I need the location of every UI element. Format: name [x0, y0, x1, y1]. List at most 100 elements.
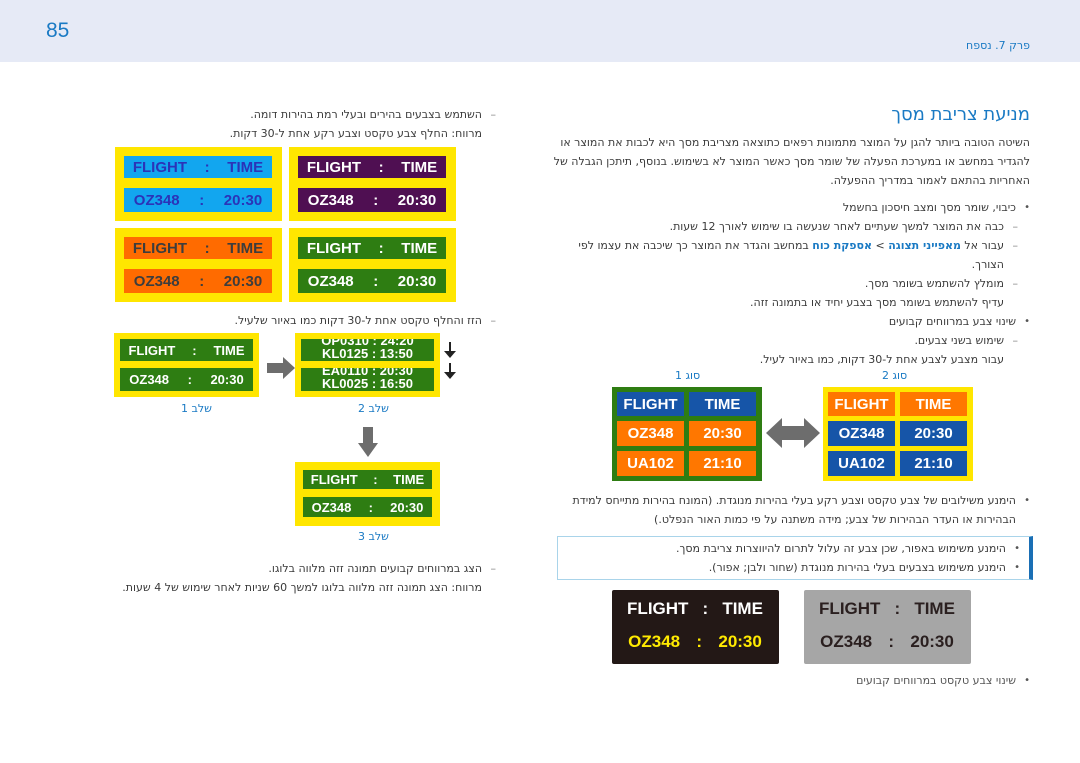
green-flight: FLIGHT: [306, 239, 361, 257]
dash2-pre-text: עבור אל: [960, 239, 1004, 252]
step3-header-row: FLIGHT: TIME: [303, 470, 432, 489]
note-item: הימנע משימוש בצבעים בעלי בהירות מנוגדת (…: [560, 558, 1020, 577]
step3-colon-2: :: [368, 499, 373, 515]
step1-label: שלב 1: [181, 402, 212, 415]
type2-flight-time-2: 21:10: [900, 451, 967, 476]
purple-board-data-row: OZ348:20:30: [298, 188, 446, 212]
gray-time: TIME: [914, 599, 955, 618]
dark-flight-time: 20:30: [718, 632, 762, 651]
purple-flight: FLIGHT: [306, 158, 361, 176]
green-colon: :: [378, 239, 384, 257]
sky-board-header-row: FLIGHT: TIME: [124, 156, 272, 178]
dark-flight-no: OZ348: [628, 632, 681, 651]
dash-display-properties: עבור אל מאפייני תצוגה > אספקת כוח במחשב …: [550, 236, 1030, 274]
right-instruction-list: כיבוי, שומר מסך ומצב חיסכון בחשמל כבה את…: [550, 198, 1030, 369]
left-dash-logo-sub: מרווח: הצג תמונה זזה מלווה בלוגו למשך 60…: [122, 581, 482, 594]
purple-board: FLIGHT: TIME OZ348:20:30: [289, 147, 456, 221]
display-properties-link[interactable]: מאפייני תצוגה: [888, 239, 961, 252]
step1-colon: :: [192, 342, 197, 358]
type1-flight-no: OZ348: [617, 421, 684, 446]
step3-flight: FLIGHT: [310, 472, 358, 487]
green-colon-2: :: [373, 272, 379, 290]
step3-board: FLIGHT: TIME OZ348:20:30: [295, 462, 440, 526]
dash-screensaver-sub: עדיף להשתמש בשומר מסך בצבע יחיד או בתמונ…: [750, 296, 1004, 309]
green-flight-time: 20:30: [397, 272, 437, 290]
note-item: הימנע משימוש באפור, שכן צבע זה עלול לתרו…: [560, 539, 1020, 558]
step3-label: שלב 3: [358, 530, 389, 543]
left-dash-logo: הצג במרווחים קבועים תמונה זזה מלווה בלוג…: [88, 559, 508, 578]
intro-paragraph: השיטה הטובה ביותר להגן על המוצר מתמונות …: [553, 136, 1030, 187]
step2-board: OP0310 : 24:20 KL0125 : 13:50 EA0110 : 2…: [295, 333, 440, 397]
type1-flight-time-2: 21:10: [689, 451, 756, 476]
type1-flight-no-2: UA102: [617, 451, 684, 476]
dark-colon: :: [702, 599, 709, 618]
step3-colon: :: [373, 472, 378, 487]
green-board: FLIGHT: TIME OZ348:20:30: [289, 228, 456, 302]
type2-time-header: TIME: [900, 392, 967, 416]
sky-colon: :: [204, 158, 210, 176]
bullet-avoid-contrast: הימנע משילובים של צבע טקסט וצבע רקע בעלי…: [550, 491, 1030, 529]
step2-scroll-text: KL0025 : 16:50: [321, 376, 414, 391]
step3-time: TIME: [393, 472, 425, 487]
gray-flight: FLIGHT: [819, 599, 881, 618]
type2-flight-header: FLIGHT: [828, 392, 895, 416]
down-arrows-icon: [444, 342, 456, 379]
orange-colon: :: [204, 239, 210, 257]
step1-flight-no: OZ348: [129, 372, 170, 387]
type1-flight-time: 20:30: [689, 421, 756, 446]
orange-colon-2: :: [199, 272, 205, 290]
dash-turn-off: כבה את המוצר למשך שעתיים לאחר שנעשה בו ש…: [550, 217, 1030, 236]
type1-time-header: TIME: [689, 392, 756, 416]
orange-board-data-row: OZ348:20:30: [124, 269, 272, 293]
type1-board: FLIGHT TIME OZ348 20:30 UA102 21:10: [612, 387, 762, 481]
orange-board: FLIGHT: TIME OZ348:20:30: [115, 228, 282, 302]
dash-two-colors: שימוש בשני צבעים.: [550, 331, 1030, 350]
green-board-data-row: OZ348:20:30: [298, 269, 446, 293]
step2-scroll-text: KL0125 : 13:50: [321, 346, 414, 361]
step1-data-row: OZ348: 20:30: [120, 368, 253, 391]
step3-flight-time: 20:30: [390, 499, 424, 515]
section-title: מניעת צריבת מסך: [891, 104, 1030, 125]
page-number: 85: [46, 19, 70, 42]
dark-time: TIME: [722, 599, 763, 618]
step1-board: FLIGHT: TIME OZ348:20:30: [114, 333, 259, 397]
gray-flight-no: OZ348: [820, 632, 873, 651]
step1-colon-2: :: [187, 372, 192, 387]
step2-label: שלב 2: [358, 402, 389, 415]
step1-flight-time: 20:30: [210, 372, 244, 387]
dark-board: FLIGHT : TIME OZ348 : 20:30: [612, 590, 779, 664]
type1-flight-header: FLIGHT: [617, 392, 684, 416]
dark-flight: FLIGHT: [627, 599, 689, 618]
sky-flight-time: 20:30: [223, 191, 263, 209]
purple-colon: :: [378, 158, 384, 176]
orange-board-header-row: FLIGHT: TIME: [124, 237, 272, 259]
dark-colon-2: :: [696, 632, 703, 651]
type2-flight-no: OZ348: [828, 421, 895, 446]
step3-flight-no: OZ348: [311, 499, 352, 515]
gray-colon-2: :: [888, 632, 895, 651]
purple-time: TIME: [401, 158, 438, 176]
type2-flight-no-2: UA102: [828, 451, 895, 476]
sky-time: TIME: [227, 158, 264, 176]
dark-board-header-row: FLIGHT : TIME: [620, 598, 770, 620]
step2-scroll-row-1: OP0310 : 24:20 KL0125 : 13:50: [301, 339, 434, 361]
purple-colon-2: :: [373, 191, 379, 209]
bullet-change-text-color: שינוי צבע טקסט במרווחים קבועים: [730, 671, 1030, 690]
type2-board: FLIGHT TIME OZ348 20:30 UA102 21:10: [823, 387, 973, 481]
orange-flight-time: 20:30: [223, 272, 263, 290]
bullet-change-color: שינוי צבע במרווחים קבועים: [550, 312, 1030, 331]
dash-screensaver: מומלץ להשתמש בשומר מסך.: [550, 274, 1030, 293]
sky-flight: FLIGHT: [132, 158, 187, 176]
sky-colon-2: :: [199, 191, 205, 209]
gray-board-data-row: OZ348 : 20:30: [812, 631, 962, 653]
dark-board-data-row: OZ348 : 20:30: [620, 631, 770, 653]
left-dash-move-text: הזז והחלף טקסט אחת ל-30 דקות כמו באיור ש…: [88, 311, 508, 330]
sky-board: FLIGHT: TIME OZ348:20:30: [115, 147, 282, 221]
orange-flight-no: OZ348: [133, 272, 180, 290]
sky-flight-no: OZ348: [133, 191, 180, 209]
power-supply-link[interactable]: אספקת כוח: [812, 239, 872, 252]
green-board-header-row: FLIGHT: TIME: [298, 237, 446, 259]
purple-flight-no: OZ348: [307, 191, 354, 209]
step2-scroll-row-2: EA0110 : 20:30 KL0025 : 16:50: [301, 368, 434, 391]
double-arrow-icon: [766, 418, 820, 448]
